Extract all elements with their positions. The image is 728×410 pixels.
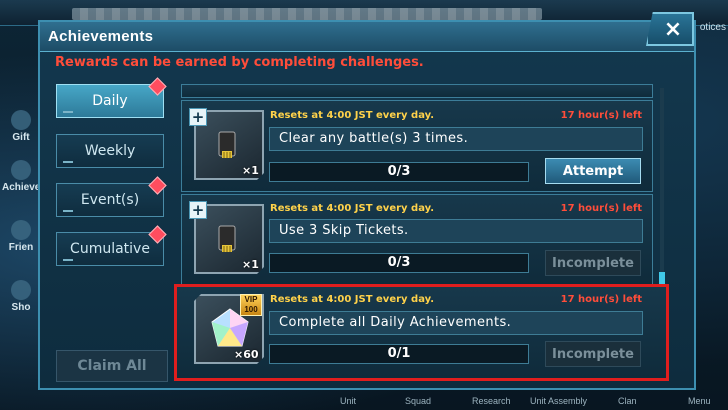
dialog-title: Achievements [48,28,154,45]
expand-plus-icon[interactable]: + [189,201,207,219]
bottom-navigation: Unit Squad Research Unit Assembly Clan M… [0,388,728,410]
achievement-description: Complete all Daily Achievements. [269,311,643,335]
nav-squad[interactable]: Squad [405,396,431,406]
reset-info: Resets at 4:00 JST every day. [270,203,435,214]
tab-events[interactable]: Event(s) [56,183,164,217]
nav-unit-assembly[interactable]: Unit Assembly [530,396,587,406]
close-button[interactable]: × [646,12,694,46]
side-menu-label: Frien [8,242,34,253]
tab-underline [63,259,73,261]
vip-label: VIP [244,295,258,304]
skip-ticket-icon [218,225,236,252]
expand-plus-icon[interactable]: + [189,108,207,126]
tab-label: Weekly [84,143,136,159]
time-left: 17 hour(s) left [560,294,642,305]
tab-underline [63,161,73,163]
notices-label[interactable]: otices [700,22,726,33]
achievement-progress: 0/3 [269,162,529,182]
trophy-icon [11,160,31,180]
shop-icon [11,280,31,300]
attempt-button[interactable]: Attempt [545,158,641,184]
side-menu-label: Sho [11,302,31,313]
incomplete-button[interactable]: Incomplete [545,250,641,276]
tab-cumulative[interactable]: Cumulative [56,232,164,266]
achievement-description: Use 3 Skip Tickets. [269,219,643,243]
incomplete-button[interactable]: Incomplete [545,341,641,367]
nav-clan[interactable]: Clan [618,396,637,406]
skip-ticket-icon [218,131,236,158]
side-menu-shop[interactable]: Sho [2,280,40,324]
tab-weekly[interactable]: Weekly [56,134,164,168]
vip-level: 100 [244,305,258,314]
left-side-menu: Gift Achieve Frien Sho [0,60,40,380]
reward-quantity: ×60 [234,348,259,361]
tab-daily[interactable]: Daily [56,84,164,118]
reset-info: Resets at 4:00 JST every day. [270,294,435,305]
reward-quantity: ×1 [242,258,259,271]
nav-menu[interactable]: Menu [688,396,711,406]
nav-research[interactable]: Research [472,396,511,406]
gift-icon [11,110,31,130]
achievement-card-partial [181,84,653,98]
claim-all-button[interactable]: Claim All [56,350,168,382]
vip-badge: VIP 100 [240,294,262,316]
side-menu-gift[interactable]: Gift [2,110,40,154]
blurred-player-info [72,8,542,20]
achievement-progress: 0/1 [269,344,529,364]
nav-unit[interactable]: Unit [340,396,356,406]
tab-label: Event(s) [80,192,140,208]
time-left: 17 hour(s) left [560,110,642,121]
tab-label: Cumulative [70,241,150,257]
dialog-subtitle: Rewards can be earned by completing chal… [55,55,424,70]
achievement-description: Clear any battle(s) 3 times. [269,127,643,151]
tab-label: Daily [92,93,128,109]
side-menu-friends[interactable]: Frien [2,220,40,264]
side-menu-label: Achieve [2,182,41,193]
achievement-progress: 0/3 [269,253,529,273]
dialog-header: Achievements [40,22,694,52]
time-left: 17 hour(s) left [560,203,642,214]
side-menu-label: Gift [12,132,30,143]
side-menu-achievements[interactable]: Achieve [2,160,40,204]
reward-quantity: ×1 [242,164,259,177]
close-icon: × [663,16,683,42]
tab-underline [63,111,73,113]
person-icon [11,220,31,240]
reset-info: Resets at 4:00 JST every day. [270,110,435,121]
tab-underline [63,210,73,212]
